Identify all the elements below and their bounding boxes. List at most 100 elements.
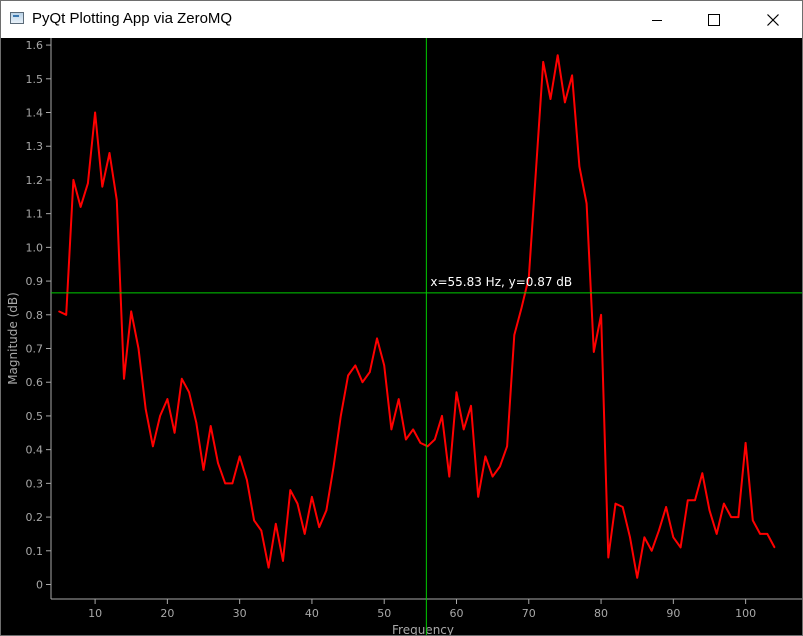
data-point (130, 310, 132, 313)
y-tick-label: 0 (36, 579, 43, 592)
y-tick-label: 0.5 (26, 410, 44, 423)
data-point (347, 374, 349, 377)
data-point (144, 408, 147, 411)
data-point (759, 533, 761, 535)
data-point (123, 378, 125, 380)
data-point (238, 455, 241, 458)
x-tick-label: 10 (88, 607, 102, 620)
plot-area[interactable]: 0 0.1 0.2 0.3 0.4 0.5 0.6 0.7 0.8 0.9 1.0 1.1 1.2 1.3… (1, 38, 802, 635)
data-point (535, 169, 537, 171)
data-point (340, 415, 342, 417)
data-point (658, 529, 660, 532)
data-point (267, 566, 270, 569)
data-point (217, 462, 219, 464)
y-tick-label: 1.1 (26, 208, 44, 221)
close-icon (767, 13, 779, 26)
data-point (173, 432, 176, 434)
data-point (87, 182, 89, 185)
data-point (578, 165, 581, 168)
y-tick-label: 1.2 (26, 174, 44, 187)
data-point (679, 546, 682, 549)
data-point (275, 523, 277, 525)
data-point (296, 502, 299, 505)
data-point (484, 455, 487, 458)
data-point (332, 465, 335, 468)
y-tick-label: 0.7 (26, 343, 44, 356)
data-point (737, 516, 740, 518)
data-point (65, 314, 67, 316)
x-tick-label: 80 (594, 607, 608, 620)
x-axis-label: Frequency (392, 623, 454, 635)
data-point (441, 415, 443, 417)
data-point (593, 351, 595, 353)
y-tick-label: 0.9 (26, 275, 44, 288)
data-point (723, 502, 725, 505)
data-point (730, 516, 732, 518)
frequency-plot[interactable]: 0 0.1 0.2 0.3 0.4 0.5 0.6 0.7 0.8 0.9 1.0 1.1 1.2 1.3… (1, 38, 802, 635)
crosshair: x=55.83 Hz, y=0.87 dB (51, 38, 802, 635)
data-point (79, 206, 82, 208)
data-point (744, 442, 747, 444)
data-point (246, 479, 248, 481)
data-point (694, 499, 696, 502)
y-tick-label: 0.2 (26, 511, 44, 524)
y-tick-label: 0.3 (26, 477, 44, 490)
x-tick-label: 70 (522, 607, 536, 620)
data-point (434, 438, 436, 441)
data-point (448, 475, 451, 478)
y-tick-label: 0.1 (26, 545, 44, 558)
x-tick-label: 40 (305, 607, 319, 620)
data-point (491, 475, 494, 478)
x-tick-label: 100 (735, 607, 756, 620)
axes: 0 0.1 0.2 0.3 0.4 0.5 0.6 0.7 0.8 0.9 1.0 1.1 1.2 1.3… (6, 38, 802, 635)
data-point (152, 445, 154, 448)
y-tick-label: 0.6 (26, 376, 44, 389)
data-point (94, 111, 96, 114)
data-point (766, 533, 769, 535)
data-point (289, 489, 292, 491)
data-point (687, 499, 689, 502)
maximize-button[interactable] (691, 1, 737, 38)
data-point (181, 378, 183, 380)
data-point (672, 536, 675, 539)
data-point (506, 445, 508, 448)
data-point (383, 364, 386, 367)
data-point (636, 577, 638, 579)
data-point (412, 428, 414, 431)
y-tick-label: 1.5 (26, 73, 44, 86)
data-point (405, 438, 407, 441)
maximize-icon (708, 13, 720, 26)
y-axis-label: Magnitude (dB) (6, 292, 20, 385)
data-point (224, 482, 226, 485)
y-tick-label: 1.6 (26, 39, 44, 52)
crosshair-readout: x=55.83 Hz, y=0.87 dB (430, 275, 572, 289)
data-point (752, 519, 754, 522)
minimize-icon (652, 19, 662, 21)
data-point (260, 529, 263, 532)
minimize-button[interactable] (634, 1, 680, 38)
y-tick-label: 0.4 (26, 444, 44, 457)
data-point (325, 509, 328, 512)
data-point (231, 482, 234, 485)
x-tick-label: 20 (160, 607, 174, 620)
close-button[interactable] (750, 1, 796, 38)
data-point (571, 74, 573, 77)
data-point (701, 472, 704, 475)
data-point (455, 391, 458, 394)
data-point (520, 307, 523, 309)
series-line (58, 54, 776, 579)
series-layer (58, 54, 776, 579)
data-point (650, 550, 653, 552)
data-point (470, 405, 472, 407)
data-point (556, 54, 559, 56)
data-point (72, 179, 75, 181)
title-bar[interactable]: PyQt Plotting App via ZeroMQ (1, 1, 802, 38)
data-point (462, 428, 465, 431)
data-point (564, 101, 566, 104)
data-point (629, 536, 631, 539)
y-tick-label: 0.8 (26, 309, 44, 322)
x-tick-label: 90 (666, 607, 680, 620)
y-tick-label: 1.0 (26, 241, 44, 254)
data-point (209, 425, 212, 427)
x-tick-label: 60 (449, 607, 463, 620)
